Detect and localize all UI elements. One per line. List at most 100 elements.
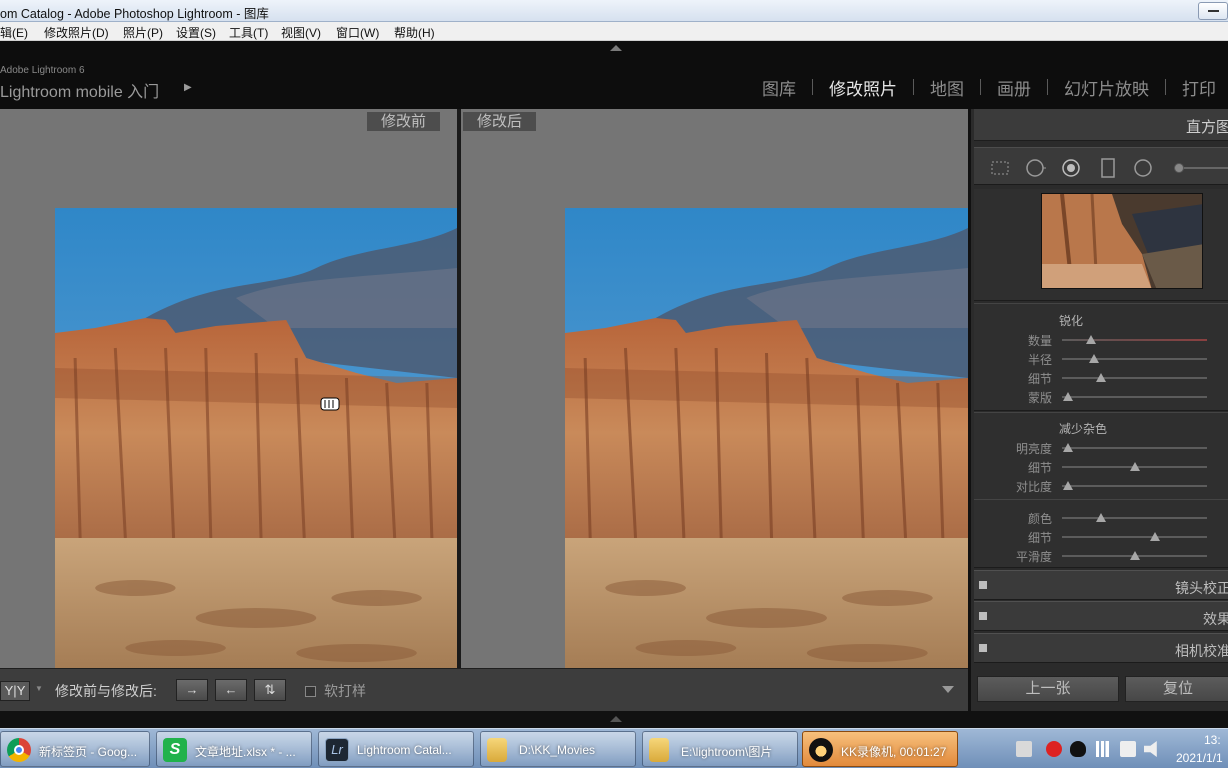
slider-track[interactable] (1062, 373, 1207, 382)
after-photo[interactable] (565, 208, 968, 668)
slider-color-detail[interactable]: 细节 (974, 527, 1228, 546)
slider-luminance-contrast[interactable]: 对比度 (974, 476, 1228, 495)
slider-knob[interactable] (1130, 551, 1140, 560)
copy-after-to-before-button[interactable]: ← (215, 679, 247, 701)
task-folder-movies[interactable]: D:\KK_Movies (480, 731, 636, 767)
menu-help[interactable]: 帮助(H) (394, 24, 435, 41)
adjustment-brush-slider[interactable] (1174, 163, 1228, 173)
filmstrip-collapse-bar[interactable] (0, 711, 1228, 728)
module-map[interactable]: 地图 (930, 75, 964, 100)
chrome-icon-center (14, 745, 24, 755)
clock-date[interactable]: 2021/1/1 (1176, 751, 1223, 765)
network-icon[interactable] (1096, 741, 1112, 757)
camera-calibration-panel[interactable]: 相机校准 (974, 633, 1228, 663)
slider-knob[interactable] (1063, 443, 1073, 452)
slider-track[interactable] (1062, 513, 1207, 522)
spot-removal-icon[interactable] (1026, 158, 1046, 178)
menu-photo[interactable]: 照片(P) (123, 24, 163, 41)
red-eye-icon[interactable] (1061, 158, 1081, 178)
menu-view[interactable]: 视图(V) (281, 24, 321, 41)
slider-knob[interactable] (1086, 335, 1096, 344)
slider-track[interactable] (1062, 443, 1207, 452)
module-develop[interactable]: 修改照片 (829, 75, 897, 100)
slider-track[interactable] (1062, 481, 1207, 490)
module-separator (1165, 79, 1166, 95)
menu-tools[interactable]: 工具(T) (229, 24, 268, 41)
slider-track[interactable] (1062, 392, 1207, 401)
toolbar-menu-icon[interactable] (942, 686, 954, 693)
radial-filter-icon[interactable] (1133, 158, 1153, 178)
clock-time[interactable]: 13: (1204, 733, 1221, 747)
window-title: om Catalog - Adobe Photoshop Lightroom -… (0, 7, 269, 21)
folder-icon (487, 738, 507, 762)
menu-window[interactable]: 窗口(W) (336, 24, 379, 41)
module-print[interactable]: 打印 (1182, 75, 1216, 100)
task-kk-recorder[interactable]: KK录像机, 00:01:27 (802, 731, 958, 767)
slider-smoothness[interactable]: 平滑度 (974, 546, 1228, 565)
slider-label: 半径 (1027, 353, 1052, 367)
identity-plate[interactable]: Lightroom mobile 入门 (0, 78, 159, 102)
folder-icon (649, 738, 669, 762)
slider-luminance[interactable]: 明亮度 (974, 438, 1228, 457)
antivirus-icon[interactable] (1046, 741, 1062, 757)
menu-settings[interactable]: 设置(S) (176, 24, 216, 41)
graduated-filter-icon[interactable] (1098, 158, 1118, 178)
task-chrome[interactable]: 新标签页 - Goog... (0, 731, 150, 767)
slider-knob[interactable] (1130, 462, 1140, 471)
volume-icon[interactable] (1144, 741, 1157, 757)
slider-track[interactable] (1062, 462, 1207, 471)
slider-knob[interactable] (1063, 392, 1073, 401)
minimize-button[interactable] (1198, 2, 1228, 20)
slider-luminance-detail[interactable]: 细节 (974, 457, 1228, 476)
before-pane[interactable]: 修改前 (0, 109, 457, 668)
slider-radius[interactable]: 半径 (974, 349, 1228, 368)
lens-corrections-panel[interactable]: 镜头校正 (974, 570, 1228, 600)
swap-before-after-button[interactable]: ⇅ (254, 679, 286, 701)
previous-button[interactable]: 上一张 (977, 676, 1119, 702)
menu-develop[interactable]: 修改照片(D) (44, 24, 109, 41)
module-library[interactable]: 图库 (762, 75, 796, 100)
before-photo[interactable] (55, 208, 457, 668)
task-lightroom[interactable]: Lr Lightroom Catal... (318, 731, 474, 767)
expand-filmstrip-icon[interactable] (610, 716, 622, 722)
slider-amount[interactable]: 数量 (974, 330, 1228, 349)
menu-edit[interactable]: 辑(E) (0, 24, 28, 41)
effects-panel[interactable]: 效果 (974, 601, 1228, 631)
collapse-top-panel-icon[interactable] (610, 45, 622, 51)
panel-toggle-icon[interactable] (979, 612, 987, 620)
soft-proofing-checkbox[interactable] (305, 685, 316, 697)
chevron-down-icon[interactable]: ▼ (35, 684, 43, 693)
slider-knob[interactable] (1089, 354, 1099, 363)
module-book[interactable]: 画册 (997, 75, 1031, 100)
slider-color[interactable]: 颜色 (974, 508, 1228, 527)
panel-toggle-icon[interactable] (979, 581, 987, 589)
slider-knob[interactable] (1063, 481, 1073, 490)
panel-toggle-icon[interactable] (979, 644, 987, 652)
slider-masking[interactable]: 蒙版 (974, 387, 1228, 406)
after-pane[interactable]: 修改后 (461, 109, 968, 668)
slider-knob[interactable] (1174, 163, 1184, 173)
slider-track[interactable] (1062, 354, 1207, 363)
task-folder-pictures[interactable]: E:\lightroom\图片 (642, 731, 798, 767)
qq-icon[interactable] (1070, 741, 1086, 757)
slider-track[interactable] (1062, 551, 1207, 560)
slider-track[interactable] (1062, 532, 1207, 541)
keyboard-icon[interactable] (1016, 741, 1032, 757)
reset-button[interactable]: 复位 (1125, 676, 1228, 702)
view-mode-button[interactable]: Y|Y (0, 681, 30, 701)
play-arrow-icon[interactable]: ▶ (184, 82, 192, 93)
module-slideshow[interactable]: 幻灯片放映 (1064, 75, 1149, 100)
task-spreadsheet[interactable]: S 文章地址.xlsx * - ... (156, 731, 312, 767)
copy-before-to-after-button[interactable]: → (176, 679, 208, 701)
slider-track[interactable] (1062, 335, 1207, 344)
detail-preview-thumbnail[interactable] (1041, 193, 1203, 289)
slider-knob[interactable] (1150, 532, 1160, 541)
windows-taskbar: 新标签页 - Goog... S 文章地址.xlsx * - ... Lr Li… (0, 728, 1228, 768)
histogram-panel-header[interactable]: 直方图 (974, 109, 1228, 141)
soft-proofing-toggle[interactable]: 软打样 (305, 681, 366, 701)
crop-overlay-icon[interactable] (990, 158, 1010, 178)
slider-knob[interactable] (1096, 373, 1106, 382)
usb-icon[interactable] (1120, 741, 1136, 757)
slider-detail[interactable]: 细节 (974, 368, 1228, 387)
slider-knob[interactable] (1096, 513, 1106, 522)
